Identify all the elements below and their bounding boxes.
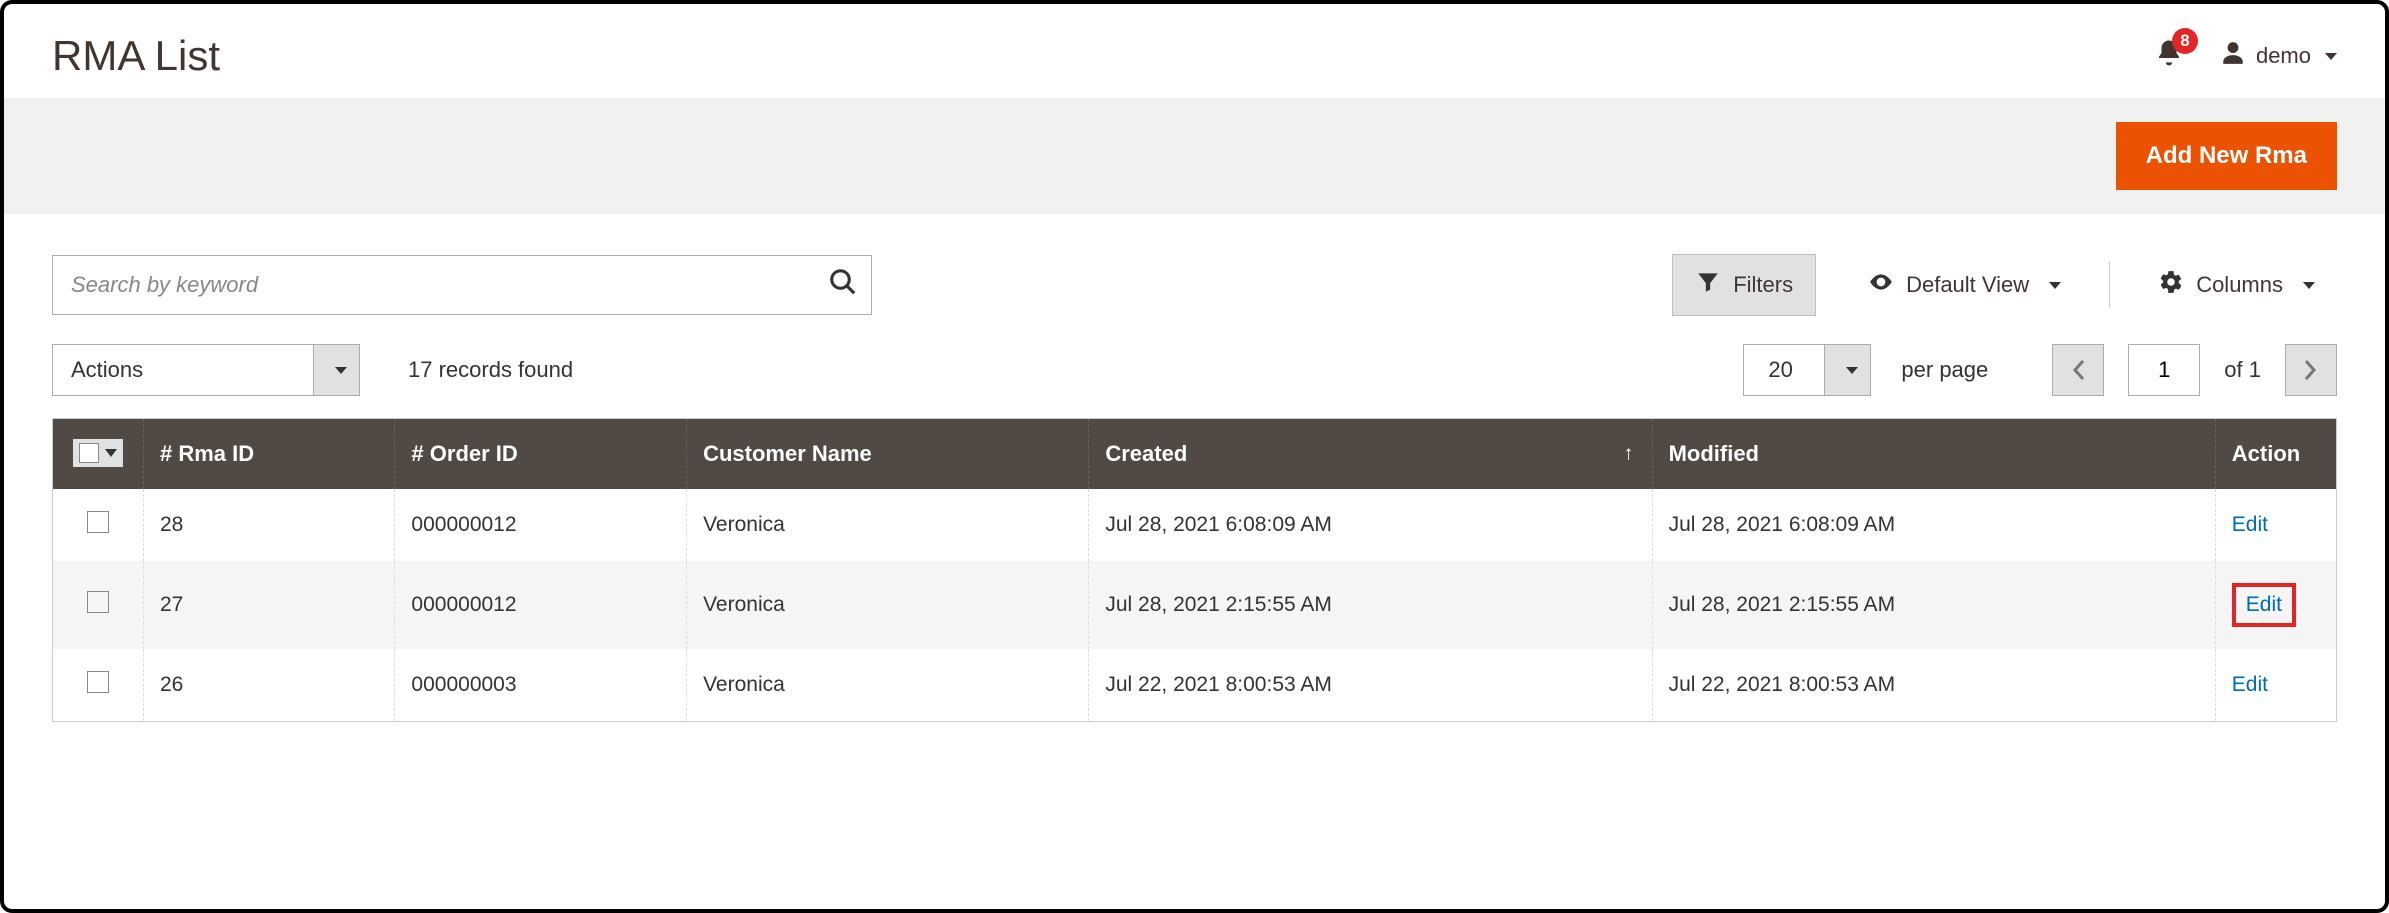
cell-modified: Jul 28, 2021 6:08:09 AM [1652,489,2215,561]
funnel-icon [1695,269,1721,301]
highlight-box: Edit [2232,583,2296,627]
cell-rma_id: 27 [144,561,395,649]
cell-modified: Jul 22, 2021 8:00:53 AM [1652,649,2215,721]
user-icon [2220,40,2246,72]
of-label: of 1 [2224,357,2261,383]
add-new-rma-button[interactable]: Add New Rma [2116,122,2337,190]
row-checkbox[interactable] [87,511,109,533]
cell-rma_id: 28 [144,489,395,561]
chevron-down-icon [2049,282,2061,289]
notification-badge: 8 [2172,28,2198,54]
edit-link[interactable]: Edit [2232,673,2268,696]
col-rma-id[interactable]: # Rma ID [144,419,395,489]
chevron-down-icon [2325,53,2337,60]
table-row: 27000000012VeronicaJul 28, 2021 2:15:55 … [53,561,2336,649]
columns-label: Columns [2196,272,2283,298]
records-found: 17 records found [408,357,573,383]
default-view-button[interactable]: Default View [1846,255,2083,315]
row-checkbox[interactable] [87,671,109,693]
row-checkbox-cell [53,649,144,721]
cell-created: Jul 28, 2021 6:08:09 AM [1089,489,1652,561]
columns-button[interactable]: Columns [2136,255,2337,315]
cell-modified: Jul 28, 2021 2:15:55 AM [1652,561,2215,649]
actions-dropdown[interactable]: Actions [52,344,360,396]
cell-action: Edit [2215,649,2336,721]
row-checkbox-cell [53,489,144,561]
col-created[interactable]: Created ↑ [1089,419,1652,489]
page-size-toggle[interactable] [1824,345,1870,395]
chevron-right-icon [2304,359,2318,381]
search-input[interactable] [52,255,872,315]
cell-created: Jul 28, 2021 2:15:55 AM [1089,561,1652,649]
filters-label: Filters [1733,272,1793,298]
cell-action: Edit [2215,561,2336,649]
edit-link[interactable]: Edit [2246,593,2282,616]
table-row: 26000000003VeronicaJul 22, 2021 8:00:53 … [53,649,2336,721]
cell-created: Jul 22, 2021 8:00:53 AM [1089,649,1652,721]
next-page-button[interactable] [2285,344,2337,396]
notification-bell[interactable]: 8 [2154,38,2184,74]
col-modified[interactable]: Modified [1652,419,2215,489]
edit-link[interactable]: Edit [2232,513,2268,536]
cell-order_id: 000000012 [395,561,687,649]
current-page-input[interactable] [2128,344,2200,396]
actions-label: Actions [53,345,313,395]
cell-action: Edit [2215,489,2336,561]
actions-toggle[interactable] [313,345,359,395]
page-size-value: 20 [1744,345,1824,395]
cell-rma_id: 26 [144,649,395,721]
col-checkbox[interactable] [53,419,144,489]
cell-customer: Veronica [687,561,1089,649]
chevron-down-icon [105,449,117,457]
search-icon[interactable] [828,267,858,303]
page-title: RMA List [52,32,220,80]
eye-icon [1868,269,1894,301]
chevron-down-icon [335,367,347,374]
cell-customer: Veronica [687,649,1089,721]
row-checkbox-cell [53,561,144,649]
select-all-checkbox[interactable] [73,439,123,467]
sort-asc-icon: ↑ [1624,443,1634,466]
filters-button[interactable]: Filters [1672,254,1816,316]
chevron-down-icon [2303,282,2315,289]
table-row: 28000000012VeronicaJul 28, 2021 6:08:09 … [53,489,2336,561]
username-label: demo [2256,43,2311,69]
row-checkbox[interactable] [87,591,109,613]
cell-order_id: 000000003 [395,649,687,721]
col-action: Action [2215,419,2336,489]
page-size-select[interactable]: 20 [1743,344,1871,396]
default-view-label: Default View [1906,272,2029,298]
chevron-left-icon [2071,359,2085,381]
cell-customer: Veronica [687,489,1089,561]
prev-page-button[interactable] [2052,344,2104,396]
user-menu[interactable]: demo [2220,40,2337,72]
cell-order_id: 000000012 [395,489,687,561]
col-customer[interactable]: Customer Name [687,419,1089,489]
per-page-label: per page [1901,357,1988,383]
col-order-id[interactable]: # Order ID [395,419,687,489]
chevron-down-icon [1846,367,1858,374]
gear-icon [2158,269,2184,301]
divider [2109,262,2110,308]
